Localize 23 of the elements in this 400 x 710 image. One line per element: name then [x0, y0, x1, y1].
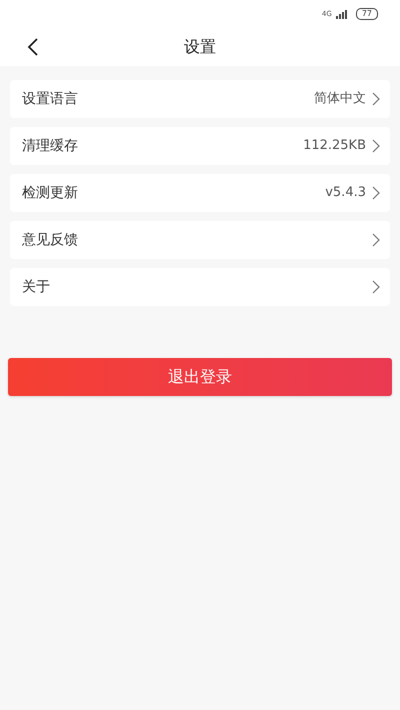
row-value: 简体中文: [314, 90, 366, 108]
settings-row[interactable]: 设置语言 简体中文: [10, 80, 390, 118]
page-title: 设置: [184, 36, 216, 58]
chevron-icon: [372, 139, 380, 153]
back-icon: [27, 38, 39, 56]
logout-button[interactable]: 退出登录: [8, 358, 392, 396]
row-label: 意见反馈: [22, 230, 78, 250]
battery-indicator: 77: [356, 8, 378, 20]
row-label: 检测更新: [22, 184, 78, 202]
settings-row[interactable]: 关于: [10, 268, 390, 306]
signal-icon: [336, 10, 348, 18]
row-label: 设置语言: [22, 90, 78, 108]
chevron-icon: [372, 233, 380, 247]
chevron-icon: [372, 186, 380, 200]
row-value: 112.25KB: [303, 137, 366, 156]
row-label: 关于: [22, 278, 50, 296]
settings-row[interactable]: 检测更新 v5.4.3: [10, 174, 390, 212]
settings-row[interactable]: 清理缓存 112.25KB: [10, 127, 390, 165]
settings-row[interactable]: 意见反馈: [10, 221, 390, 259]
chevron-icon: [372, 92, 380, 106]
row-label: 清理缓存: [22, 136, 78, 156]
chevron-icon: [372, 280, 380, 294]
row-value: v5.4.3: [325, 184, 366, 202]
